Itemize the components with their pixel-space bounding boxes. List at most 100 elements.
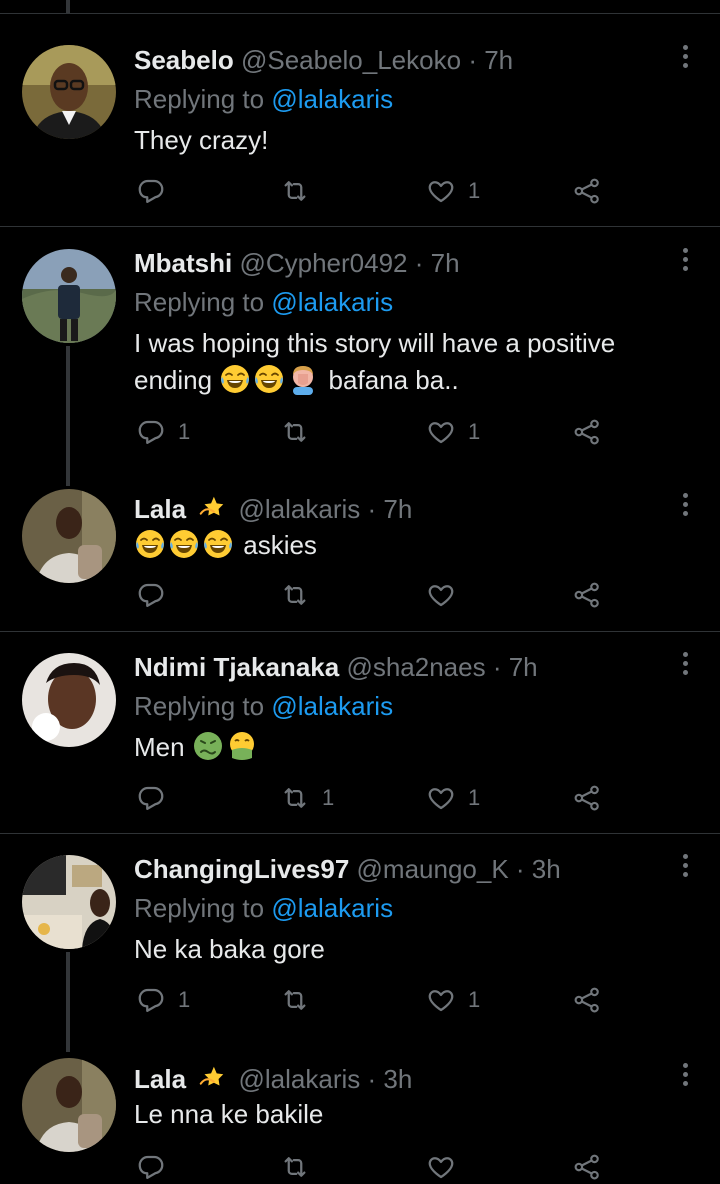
nauseated-face-emoji-icon [192,730,224,762]
retweet-icon [280,580,310,610]
retweet-button[interactable] [280,174,322,208]
timestamp[interactable]: · 7h [415,248,460,278]
retweet-button[interactable]: 1 [280,781,334,815]
mention-link[interactable]: @lalakaris [271,287,393,317]
more-options-icon[interactable] [676,248,694,276]
display-name[interactable]: ChangingLives97 [134,854,349,884]
tweet[interactable]: Lala @lalakaris · 7h askies [0,477,720,631]
tweet-actions: 1 1 [134,415,614,449]
tweet-text-line: I was hoping this story will have a posi… [134,328,616,358]
reply-button[interactable]: 1 [136,983,190,1017]
share-button[interactable] [572,578,602,612]
heart-icon [426,580,456,610]
heart-icon [426,417,456,447]
more-options-icon[interactable] [676,1063,694,1091]
like-count: 1 [468,785,481,810]
tweet[interactable]: Mbatshi @Cypher0492 · 7h Replying to @la… [0,227,720,477]
tweet-text-line: bafana ba.. [328,365,459,395]
display-name[interactable]: Lala [134,1064,186,1094]
user-handle[interactable]: @Cypher0492 [239,248,407,278]
tweet-header: Mbatshi @Cypher0492 · 7h [134,248,460,278]
tweet-header: Ndimi Tjakanaka @sha2naes · 7h [134,652,538,682]
mention-link[interactable]: @lalakaris [271,893,393,923]
share-button[interactable] [572,415,602,449]
tweet[interactable]: ChangingLives97 @maungo_K · 3h Replying … [0,834,720,1052]
display-name[interactable]: Lala [134,494,186,524]
retweet-button[interactable] [280,578,322,612]
timestamp[interactable]: · 3h [368,1064,413,1094]
reply-button[interactable] [136,781,178,815]
timestamp[interactable]: · 7h [468,45,513,75]
timestamp[interactable]: · 7h [368,494,413,524]
like-button[interactable]: 1 [426,415,480,449]
more-options-icon[interactable] [676,854,694,882]
user-handle[interactable]: @sha2naes [346,652,485,682]
replying-to: Replying to @lalakaris [134,84,393,114]
reply-icon [136,783,166,813]
more-options-icon[interactable] [676,45,694,73]
like-count: 1 [468,419,481,444]
timestamp[interactable]: · 7h [493,652,538,682]
reply-icon [136,176,166,206]
tweet-text: They crazy! [134,125,269,155]
user-handle[interactable]: @Seabelo_Lekoko [241,45,461,75]
display-name[interactable]: Mbatshi [134,248,232,278]
like-button[interactable] [426,1150,468,1184]
retweet-icon [280,985,310,1015]
avatar[interactable] [22,249,116,343]
share-button[interactable] [572,983,602,1017]
user-handle[interactable]: @maungo_K [357,854,509,884]
share-button[interactable] [572,781,602,815]
like-button[interactable]: 1 [426,983,480,1017]
avatar[interactable] [22,653,116,747]
timestamp[interactable]: · 3h [516,854,561,884]
share-button[interactable] [572,1150,602,1184]
tweet-text: Men [134,729,694,766]
replying-to-label: Replying to [134,287,265,317]
reply-button[interactable]: 1 [136,415,190,449]
mention-link[interactable]: @lalakaris [271,691,393,721]
tweet[interactable]: Lala @lalakaris · 3h Le nna ke bakile [0,1052,720,1177]
mention-link[interactable]: @lalakaris [271,84,393,114]
avatar[interactable] [22,1058,116,1152]
like-button[interactable]: 1 [426,174,480,208]
user-handle[interactable]: @lalakaris [239,494,361,524]
like-count: 1 [468,178,481,203]
share-icon [572,580,602,610]
share-icon [572,417,602,447]
more-options-icon[interactable] [676,493,694,521]
dizzy-emoji-icon [197,1063,227,1093]
heart-icon [426,783,456,813]
like-button[interactable]: 1 [426,781,480,815]
retweet-button[interactable] [280,415,322,449]
user-handle[interactable]: @lalakaris [239,1064,361,1094]
share-icon [572,985,602,1015]
reply-button[interactable] [136,578,178,612]
tweet-text: Ne ka baka gore [134,934,325,964]
share-button[interactable] [572,174,602,208]
tears-of-joy-emoji-icon [219,363,251,395]
tweet-actions: 1 1 [134,983,614,1017]
avatar[interactable] [22,855,116,949]
retweet-button[interactable] [280,1150,322,1184]
avatar[interactable] [22,489,116,583]
reply-icon [136,580,166,610]
tweet[interactable]: Ndimi Tjakanaka @sha2naes · 7h Replying … [0,632,720,833]
retweet-icon [280,1152,310,1182]
display-name[interactable]: Ndimi Tjakanaka [134,652,339,682]
more-options-icon[interactable] [676,652,694,680]
tweet-text: I was hoping this story will have a posi… [134,325,694,399]
vomiting-face-emoji-icon [226,730,258,762]
display-name[interactable]: Seabelo [134,45,234,75]
avatar[interactable] [22,45,116,139]
tears-of-joy-emoji-icon [202,528,234,560]
retweet-icon [280,176,310,206]
retweet-count: 1 [322,785,335,810]
tweet[interactable]: Seabelo @Seabelo_Lekoko · 7h Replying to… [0,0,720,226]
like-button[interactable] [426,578,468,612]
retweet-button[interactable] [280,983,322,1017]
share-icon [572,783,602,813]
tweet-actions [134,578,614,612]
reply-button[interactable] [136,1150,178,1184]
reply-button[interactable] [136,174,178,208]
